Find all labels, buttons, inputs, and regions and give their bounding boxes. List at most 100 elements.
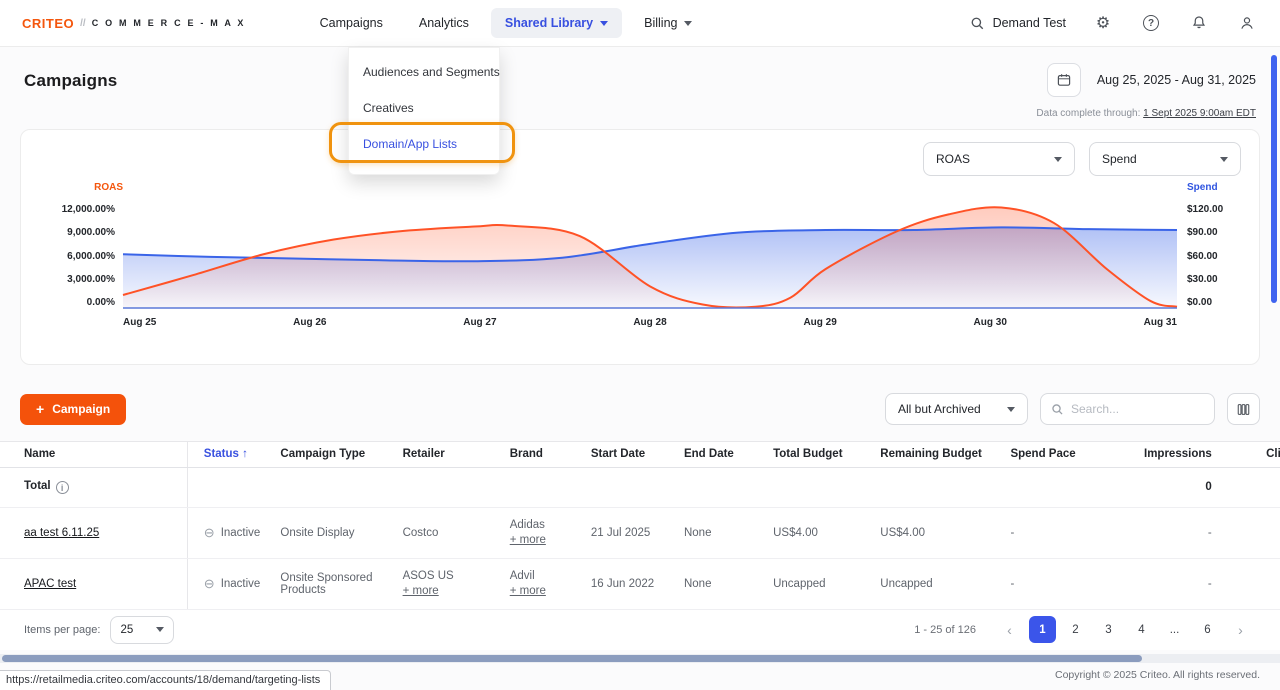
- page-button[interactable]: 2: [1062, 616, 1089, 643]
- campaign-name-link[interactable]: APAC test: [24, 578, 76, 590]
- table-row[interactable]: APAC test ⊖Inactive Onsite Sponsored Pro…: [0, 558, 1280, 609]
- campaign-name-link[interactable]: aa test 6.11.25: [24, 527, 99, 539]
- column-settings-button[interactable]: [1227, 393, 1260, 425]
- settings-gear-icon[interactable]: ⚙: [1092, 12, 1114, 34]
- page-buttons: 1234...6: [1029, 616, 1221, 643]
- brand-text: Advil: [510, 570, 535, 582]
- brand-text: Adidas: [510, 519, 545, 531]
- empty-cell: [763, 467, 870, 507]
- col-header-end-date[interactable]: End Date: [674, 442, 763, 467]
- calendar-icon: [1056, 72, 1072, 88]
- account-switcher[interactable]: Demand Test: [970, 16, 1066, 31]
- nav-item-campaigns[interactable]: Campaigns: [306, 8, 397, 38]
- nav-item-billing[interactable]: Billing: [630, 8, 706, 38]
- info-icon[interactable]: i: [56, 481, 69, 494]
- x-axis-label: Aug 29: [803, 317, 836, 328]
- status-text: Inactive: [221, 527, 261, 539]
- notifications-bell-icon[interactable]: [1188, 12, 1210, 34]
- retailer-more-link[interactable]: + more: [403, 585, 490, 597]
- table-row[interactable]: aa test 6.11.25 ⊖Inactive Onsite Display…: [0, 507, 1280, 558]
- menu-item-audiences-segments[interactable]: Audiences and Segments: [349, 54, 499, 90]
- clicks-cell: -: [1222, 558, 1280, 609]
- bell-icon: [1190, 14, 1208, 32]
- col-header-retailer[interactable]: Retailer: [393, 442, 500, 467]
- axis-tick-label: $0.00: [1187, 297, 1212, 308]
- nav-item-analytics[interactable]: Analytics: [405, 8, 483, 38]
- app-root: CRITEO // C O M M E R C E - M A X Campai…: [0, 0, 1280, 690]
- nav-label: Campaigns: [320, 16, 383, 30]
- criteo-logo[interactable]: CRITEO // C O M M E R C E - M A X: [22, 16, 246, 31]
- end-date-cell: None: [674, 507, 763, 558]
- user-profile-icon[interactable]: [1236, 12, 1258, 34]
- left-metric-value: ROAS: [936, 152, 970, 166]
- start-date-cell: 21 Jul 2025: [581, 507, 674, 558]
- topbar-right: Demand Test ⚙ ?: [970, 12, 1258, 34]
- line-chart-plot[interactable]: [123, 204, 1177, 308]
- primary-nav: Campaigns Analytics Shared Library Billi…: [306, 8, 707, 38]
- status-text: Inactive: [221, 578, 261, 590]
- calendar-button[interactable]: [1047, 63, 1081, 97]
- prev-page-button[interactable]: ‹: [996, 616, 1023, 643]
- data-complete-link[interactable]: 1 Sept 2025 9:00am EDT: [1143, 108, 1256, 119]
- spend-pace-cell: -: [1000, 558, 1121, 609]
- retailer-cell: ASOS US+ more: [393, 558, 500, 609]
- question-mark-icon: ?: [1143, 15, 1159, 31]
- inactive-status-icon: ⊖: [204, 576, 215, 592]
- col-header-clicks[interactable]: Clicks: [1222, 442, 1280, 467]
- col-header-name[interactable]: Name: [0, 442, 187, 467]
- date-range-text[interactable]: Aug 25, 2025 - Aug 31, 2025: [1097, 73, 1256, 87]
- page-button[interactable]: 4: [1128, 616, 1155, 643]
- brand-more-link[interactable]: + more: [510, 534, 571, 546]
- col-header-total-budget[interactable]: Total Budget: [763, 442, 870, 467]
- empty-cell: [393, 467, 500, 507]
- col-header-brand[interactable]: Brand: [500, 442, 581, 467]
- col-header-start-date[interactable]: Start Date: [581, 442, 674, 467]
- x-axis-label: Aug 25: [123, 317, 156, 328]
- page-button[interactable]: 6: [1194, 616, 1221, 643]
- chevron-down-icon: [1007, 407, 1015, 412]
- next-page-button[interactable]: ›: [1227, 616, 1254, 643]
- menu-item-domain-app-lists[interactable]: Domain/App Lists: [349, 126, 499, 162]
- nav-item-shared-library[interactable]: Shared Library: [491, 8, 622, 38]
- page-title: Campaigns: [24, 63, 117, 91]
- chevron-down-icon: [684, 21, 692, 26]
- right-metric-select[interactable]: Spend: [1089, 142, 1241, 176]
- right-axis-ticks: $120.00$90.00$60.00$30.00$0.00: [1187, 204, 1241, 308]
- col-header-impressions[interactable]: Impressions: [1122, 442, 1222, 467]
- vertical-scrollbar-thumb[interactable]: [1271, 55, 1277, 303]
- total-label-cell: Totali: [0, 467, 187, 507]
- page-button[interactable]: 1: [1029, 616, 1056, 643]
- account-name: Demand Test: [993, 16, 1066, 30]
- archive-filter-select[interactable]: All but Archived: [885, 393, 1028, 425]
- brand-more-link[interactable]: + more: [510, 585, 571, 597]
- left-metric-select[interactable]: ROAS: [923, 142, 1075, 176]
- horizontal-scrollbar-track[interactable]: [0, 654, 1280, 663]
- left-axis-title: ROAS: [39, 182, 123, 204]
- help-icon[interactable]: ?: [1140, 12, 1162, 34]
- col-header-campaign-type[interactable]: Campaign Type: [270, 442, 392, 467]
- search-input[interactable]: [1071, 402, 1181, 416]
- left-axis-ticks: 12,000.00%9,000.00%6,000.00%3,000.00%0.0…: [39, 204, 123, 308]
- horizontal-scrollbar-thumb[interactable]: [2, 655, 1142, 662]
- x-axis-label: Aug 31: [1144, 317, 1177, 328]
- new-campaign-label: Campaign: [52, 402, 110, 416]
- col-header-status[interactable]: Status ↑: [187, 442, 270, 467]
- plot-column: Aug 25Aug 26Aug 27Aug 28Aug 29Aug 30Aug …: [123, 182, 1177, 328]
- col-header-remaining-budget[interactable]: Remaining Budget: [870, 442, 1000, 467]
- nav-label: Billing: [644, 16, 677, 30]
- items-per-page-label: Items per page:: [24, 624, 100, 636]
- status-cell: ⊖ Inactive: [187, 558, 270, 609]
- retailer-cell: Costco: [393, 507, 500, 558]
- page-button[interactable]: 3: [1095, 616, 1122, 643]
- left-axis: ROAS 12,000.00%9,000.00%6,000.00%3,000.0…: [39, 182, 123, 328]
- toolbar-right: All but Archived: [885, 393, 1260, 425]
- date-range-row: Aug 25, 2025 - Aug 31, 2025: [1047, 63, 1256, 97]
- menu-item-creatives[interactable]: Creatives: [349, 90, 499, 126]
- new-campaign-button[interactable]: Campaign: [20, 394, 126, 425]
- items-per-page-value: 25: [120, 624, 133, 636]
- items-per-page-select[interactable]: 25: [110, 616, 174, 644]
- page-ellipsis: ...: [1161, 616, 1188, 643]
- col-header-spend-pace[interactable]: Spend Pace: [1000, 442, 1121, 467]
- remaining-budget-cell: US$4.00: [870, 507, 1000, 558]
- empty-cell: [870, 467, 1000, 507]
